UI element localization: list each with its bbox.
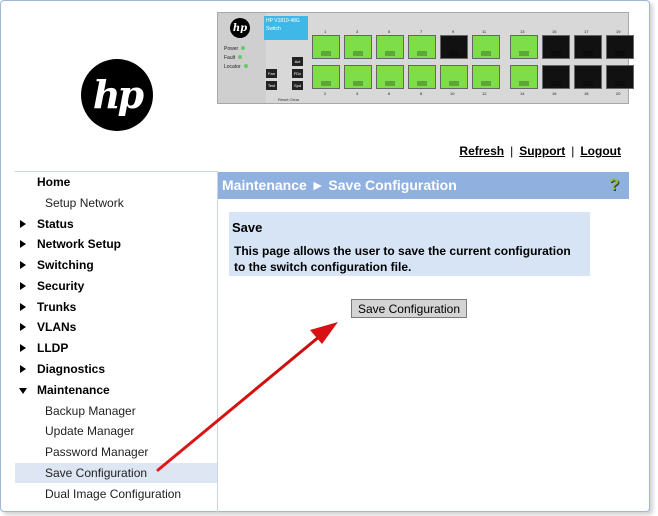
annotation-arrow-shaft — [156, 334, 322, 472]
annotation-arrow — [156, 322, 338, 472]
